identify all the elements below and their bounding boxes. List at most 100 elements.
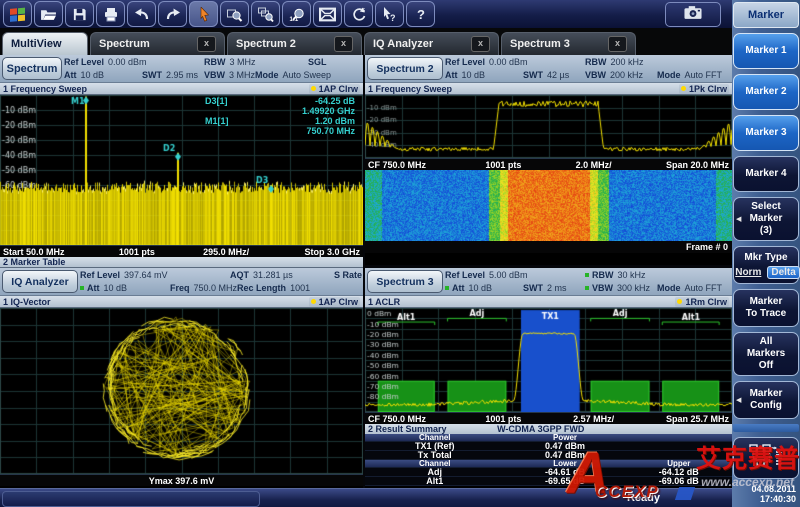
footer-value: 295.0 MHz/ [182, 247, 271, 257]
zoom-area-button[interactable] [220, 1, 249, 27]
softkey-label: Mkr Type [744, 252, 787, 264]
marker-type-button[interactable]: Mkr Type NormDelta [733, 246, 799, 284]
footer-value: CF 750.0 MHz [368, 414, 458, 424]
spectrum3-channel-button[interactable]: Spectrum 3 [367, 270, 443, 293]
context-help-button[interactable]: ? [375, 1, 404, 27]
setting-value: 5.00 dBm [489, 270, 528, 280]
sidebar-divider [733, 424, 799, 432]
help-button[interactable]: ? [406, 1, 435, 27]
redo-button[interactable] [158, 1, 187, 27]
panel-spectrum1: SpectrumRef Level0.00 dBmRBW3 MHzSGLAtt1… [0, 55, 363, 257]
save-button[interactable] [65, 1, 94, 27]
summary-cell: Tx Total [365, 451, 504, 459]
undo-button[interactable] [127, 1, 156, 27]
display-config-button[interactable] [313, 1, 342, 27]
setting-rbw: RBW3 MHz [204, 57, 308, 67]
marker-readout-row: D3[1]-64.25 dB [205, 96, 355, 106]
redo-arrow-icon [165, 7, 181, 21]
summary-cell: -69.06 dB [626, 477, 732, 485]
panel-spectrum3: Spectrum 3Ref Level5.00 dBmRBW30 kHzAtt1… [365, 268, 732, 488]
multi-zoom-button[interactable] [251, 1, 280, 27]
submenu-arrow-icon: ◀ [736, 214, 741, 226]
tab-iq-analyzer[interactable]: IQ Analyzerx [364, 32, 499, 55]
marker-to-trace-button[interactable]: MarkerTo Trace [733, 289, 799, 327]
setting-sgl: SGL [308, 57, 331, 67]
option-delta[interactable]: Delta [767, 266, 799, 279]
select-marker-button[interactable]: ◀SelectMarker(3) [733, 197, 799, 241]
select-tool-button[interactable] [189, 1, 218, 27]
iq-vector-plot[interactable] [0, 308, 363, 474]
all-markers-off-button[interactable]: AllMarkersOff [733, 332, 799, 376]
marker-value: 750.70 MHz [306, 126, 355, 136]
setting-label: Att [64, 70, 77, 80]
setting-label: Mode [657, 283, 681, 293]
question-icon: ? [415, 6, 427, 22]
tab-close-icon[interactable]: x [608, 36, 627, 52]
spectrogram-plot[interactable] [365, 170, 732, 241]
tab-multiview[interactable]: MultiView [2, 32, 88, 55]
setting-label: VBW [592, 283, 613, 293]
screenshot-button[interactable] [665, 2, 721, 27]
windows-button[interactable] [3, 1, 32, 27]
iq-header: IQ AnalyzerRef Level397.64 mVAQT31.281 µ… [0, 268, 363, 296]
zoom-1to1-icon: 1:1 [288, 7, 305, 22]
tab-spectrum[interactable]: Spectrumx [90, 32, 225, 55]
spectrum1-channel-button[interactable]: Spectrum [2, 57, 62, 80]
spectrum2-trace-canvas[interactable] [365, 95, 732, 158]
softkey-menu-title: Marker [733, 2, 799, 28]
setting-ref-level: Ref Level397.64 mV [80, 270, 230, 280]
tab-spectrum-3[interactable]: Spectrum 3x [501, 32, 636, 55]
tab-close-icon[interactable]: x [471, 36, 490, 52]
setting-value: Auto Sweep [283, 70, 332, 80]
status-left-segment[interactable] [2, 491, 260, 507]
setting-freq: Freq750.0 MHz [170, 283, 237, 293]
setting-value: Auto FFT [685, 283, 723, 293]
marker-1-button[interactable]: Marker 1 [733, 33, 799, 69]
marker-table-titlebar[interactable]: 2 Marker Table [0, 257, 363, 268]
footer-value: CF 750.0 MHz [368, 160, 458, 170]
aclr-canvas[interactable] [365, 308, 732, 412]
marker-2-button[interactable]: Marker 2 [733, 74, 799, 110]
iq-vector-canvas[interactable] [0, 308, 363, 474]
spectrum2-plot[interactable] [365, 95, 732, 158]
footer-value: 2.0 MHz/ [549, 160, 639, 170]
setting-aqt: AQT31.281 µs [230, 270, 334, 280]
tab-close-icon[interactable]: x [334, 36, 353, 52]
summary-cell: Lower [504, 460, 625, 467]
tab-spectrum-2[interactable]: Spectrum 2x [227, 32, 362, 55]
iq-settings: Ref Level397.64 mVAQT31.281 µsS Rate32.0… [80, 268, 405, 295]
sequencer-button[interactable] [733, 437, 799, 479]
setting-mode: ModeAuto FFT [657, 70, 722, 80]
setting-swt: SWT2.95 ms [142, 70, 204, 80]
marker-4-button[interactable]: Marker 4 [733, 156, 799, 192]
marker-value: 1.20 dBm [315, 116, 355, 126]
iq-channel-button[interactable]: IQ Analyzer [2, 270, 78, 293]
softkey-label: MarkerTo Trace [746, 296, 786, 320]
open-button[interactable] [34, 1, 63, 27]
spectrum1-plot[interactable]: D3[1]-64.25 dB1.49920 GHzM1[1]1.20 dBm75… [0, 95, 363, 245]
option-norm[interactable]: Norm [732, 266, 764, 279]
print-button[interactable] [96, 1, 125, 27]
tab-close-icon[interactable]: x [197, 36, 216, 52]
aclr-plot[interactable] [365, 308, 732, 412]
spectrogram-canvas[interactable] [365, 170, 732, 241]
summary-cell: -64.12 dB [626, 468, 732, 476]
spectrum2-channel-button[interactable]: Spectrum 2 [367, 57, 443, 80]
setting-label: VBW [204, 70, 225, 80]
zoom-area-icon [226, 7, 243, 22]
spectrum1-titlebar: 1 Frequency Sweep 1AP Clrw [0, 83, 363, 95]
setting-label: SWT [523, 70, 543, 80]
setting-vbw: VBW200 kHz [585, 70, 657, 80]
summary-cell [626, 442, 732, 450]
marker-info-readout: D3[1]-64.25 dB1.49920 GHzM1[1]1.20 dBm75… [205, 96, 355, 136]
setting-value: 200 kHz [610, 70, 643, 80]
windows-logo-icon [9, 7, 26, 22]
marker-3-button[interactable]: Marker 3 [733, 115, 799, 151]
panel-iq-analyzer: IQ AnalyzerRef Level397.64 mVAQT31.281 µ… [0, 268, 363, 488]
marker-config-button[interactable]: ◀MarkerConfig [733, 381, 799, 419]
setting-value: 1001 [290, 283, 310, 293]
ymax-readout: Ymax 397.6 mV [149, 476, 215, 486]
sequencer-loop-button[interactable]: S [344, 1, 373, 27]
summary-cell: Channel [365, 460, 504, 467]
zoom-1to1-button[interactable]: 1:1 [282, 1, 311, 27]
